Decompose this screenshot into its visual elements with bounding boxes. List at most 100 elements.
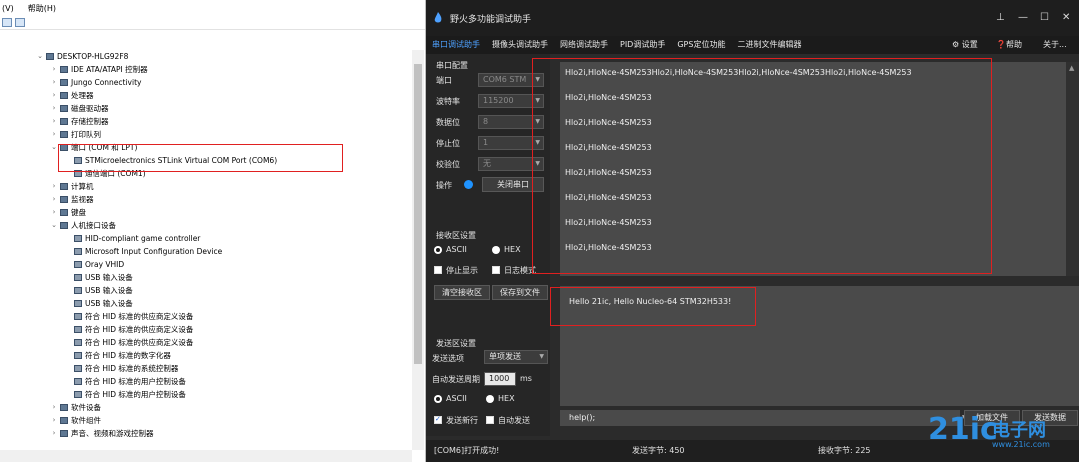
tree-item-label: 符合 HID 标准的用户控制设备 <box>85 377 186 386</box>
receive-scrollbar[interactable]: ▲ <box>1066 62 1079 276</box>
tree-item[interactable]: › 处理器 <box>50 89 94 102</box>
tree-item[interactable]: 符合 HID 标准的系统控制器 <box>64 362 178 375</box>
tree-item[interactable]: › 声音、视频和游戏控制器 <box>50 427 154 440</box>
chevron-right-icon[interactable]: › <box>50 115 58 128</box>
chevron-up-icon[interactable]: ▲ <box>1069 64 1074 72</box>
tree-item-label: 符合 HID 标准的用户控制设备 <box>85 390 186 399</box>
tree-item[interactable]: › 键盘 <box>50 206 86 219</box>
port-value: COM6 STM <box>483 75 527 84</box>
stop-display-checkbox[interactable] <box>434 266 442 274</box>
tree-item[interactable]: 符合 HID 标准的用户控制设备 <box>64 375 186 388</box>
tree-item[interactable]: › 监视器 <box>50 193 94 206</box>
close-icon[interactable]: ✕ <box>1062 12 1070 23</box>
tree-item[interactable]: ⌄ 人机接口设备 <box>50 219 116 232</box>
minimize-icon[interactable]: — <box>1018 12 1028 23</box>
tree-item[interactable]: › 磁盘驱动器 <box>50 102 109 115</box>
tree-item-label: USB 输入设备 <box>85 286 133 295</box>
properties-icon[interactable] <box>2 18 12 27</box>
chevron-right-icon[interactable]: › <box>50 128 58 141</box>
stopbits-value: 1 <box>483 138 489 147</box>
auto-period-input[interactable]: 1000 <box>484 372 516 386</box>
tree-item[interactable]: ⌄ DESKTOP-HLG92F8 <box>36 50 128 63</box>
chevron-down-icon: ▼ <box>539 353 544 360</box>
baud-label: 波特率 <box>436 97 460 106</box>
tree-item[interactable]: › 打印队列 <box>50 128 101 141</box>
chevron-right-icon[interactable]: › <box>50 102 58 115</box>
recv-hex-radio[interactable] <box>492 246 500 254</box>
send-option-select[interactable]: 单项发送 ▼ <box>484 350 548 364</box>
menu-help[interactable]: 帮助(H) <box>28 3 56 14</box>
clear-recv-button[interactable]: 清空接收区 <box>434 285 490 300</box>
tree-item-label: DESKTOP-HLG92F8 <box>57 52 129 61</box>
tab-serial[interactable]: 串口调试助手 <box>426 36 486 54</box>
watermark-cn: 电子网 <box>992 420 1046 441</box>
tree-item[interactable]: › 计算机 <box>50 180 94 193</box>
chevron-right-icon[interactable]: › <box>50 180 58 193</box>
device-icon <box>60 105 68 112</box>
tree-item[interactable]: 符合 HID 标准的数字化器 <box>64 349 171 362</box>
tree-item[interactable]: Microsoft Input Configuration Device <box>64 245 222 258</box>
command-input[interactable]: help(); <box>560 410 960 426</box>
device-icon <box>74 261 82 268</box>
log-mode-checkbox[interactable] <box>492 266 500 274</box>
recv-ascii-radio[interactable] <box>434 246 442 254</box>
about-button[interactable]: 关于... <box>1043 36 1067 54</box>
send-hex-label: HEX <box>498 394 515 403</box>
tree-item[interactable]: HID-compliant game controller <box>64 232 200 245</box>
chevron-down-icon[interactable]: ⌄ <box>50 141 58 154</box>
save-to-file-button[interactable]: 保存到文件 <box>492 285 548 300</box>
horizontal-scrollbar[interactable] <box>0 450 412 462</box>
tab-binary-editor[interactable]: 二进制文件编辑器 <box>731 36 807 54</box>
chevron-right-icon[interactable]: › <box>50 427 58 440</box>
status-message: [COM6]打开成功! <box>434 446 500 455</box>
chevron-right-icon[interactable]: › <box>50 63 58 76</box>
settings-button[interactable]: ⚙ 设置 <box>952 36 978 54</box>
chevron-down-icon[interactable]: ⌄ <box>36 50 44 63</box>
tree-item[interactable]: 符合 HID 标准的供应商定义设备 <box>64 310 193 323</box>
tree-item-label: 处理器 <box>71 91 94 100</box>
scrollbar-thumb[interactable] <box>414 64 422 364</box>
toolbar <box>0 16 425 30</box>
serial-assistant-window: 野火多功能调试助手 ⊥ — ☐ ✕ 串口调试助手 摄像头调试助手 网络调试助手 … <box>426 0 1079 462</box>
send-hex-radio[interactable] <box>486 395 494 403</box>
chevron-right-icon[interactable]: › <box>50 193 58 206</box>
chevron-down-icon[interactable]: ⌄ <box>50 219 58 232</box>
tree-item[interactable]: USB 输入设备 <box>64 284 133 297</box>
pin-icon[interactable]: ⊥ <box>996 12 1005 23</box>
tab-camera[interactable]: 摄像头调试助手 <box>486 36 554 54</box>
tree-item[interactable]: Oray VHID <box>64 258 124 271</box>
chevron-right-icon[interactable]: › <box>50 401 58 414</box>
tree-item[interactable]: › 软件组件 <box>50 414 101 427</box>
device-icon <box>74 313 82 320</box>
tree-item-label: 符合 HID 标准的数字化器 <box>85 351 171 360</box>
chevron-right-icon[interactable]: › <box>50 414 58 427</box>
tab-gps[interactable]: GPS定位功能 <box>671 36 731 54</box>
help-button[interactable]: ❓帮助 <box>996 36 1022 54</box>
chevron-right-icon[interactable]: › <box>50 89 58 102</box>
chevron-right-icon[interactable]: › <box>50 76 58 89</box>
tree-item-label: 计算机 <box>71 182 94 191</box>
tab-pid[interactable]: PID调试助手 <box>614 36 671 54</box>
tree-item[interactable]: 符合 HID 标准的供应商定义设备 <box>64 336 193 349</box>
tree-item-label: 磁盘驱动器 <box>71 104 109 113</box>
chevron-right-icon[interactable]: › <box>50 206 58 219</box>
tree-item[interactable]: › IDE ATA/ATAPI 控制器 <box>50 63 148 76</box>
auto-send-checkbox[interactable] <box>486 416 494 424</box>
databits-value: 8 <box>483 117 489 126</box>
device-icon <box>74 391 82 398</box>
vertical-scrollbar[interactable] <box>412 50 424 450</box>
tree-item[interactable]: › 软件设备 <box>50 401 101 414</box>
menu-view[interactable]: (V) <box>2 4 14 13</box>
tree-item[interactable]: 符合 HID 标准的用户控制设备 <box>64 388 186 401</box>
tree-item[interactable]: › 存储控制器 <box>50 115 109 128</box>
tab-network[interactable]: 网络调试助手 <box>554 36 614 54</box>
send-ascii-radio[interactable] <box>434 395 442 403</box>
tree-item[interactable]: USB 输入设备 <box>64 297 133 310</box>
sent-bytes: 发送字节: 450 <box>632 446 685 455</box>
send-newline-checkbox[interactable] <box>434 415 442 424</box>
tree-item[interactable]: 符合 HID 标准的供应商定义设备 <box>64 323 193 336</box>
tree-item[interactable]: USB 输入设备 <box>64 271 133 284</box>
maximize-icon[interactable]: ☐ <box>1040 12 1049 23</box>
monitor-icon[interactable] <box>15 18 25 27</box>
tree-item[interactable]: › Jungo Connectivity <box>50 76 142 89</box>
